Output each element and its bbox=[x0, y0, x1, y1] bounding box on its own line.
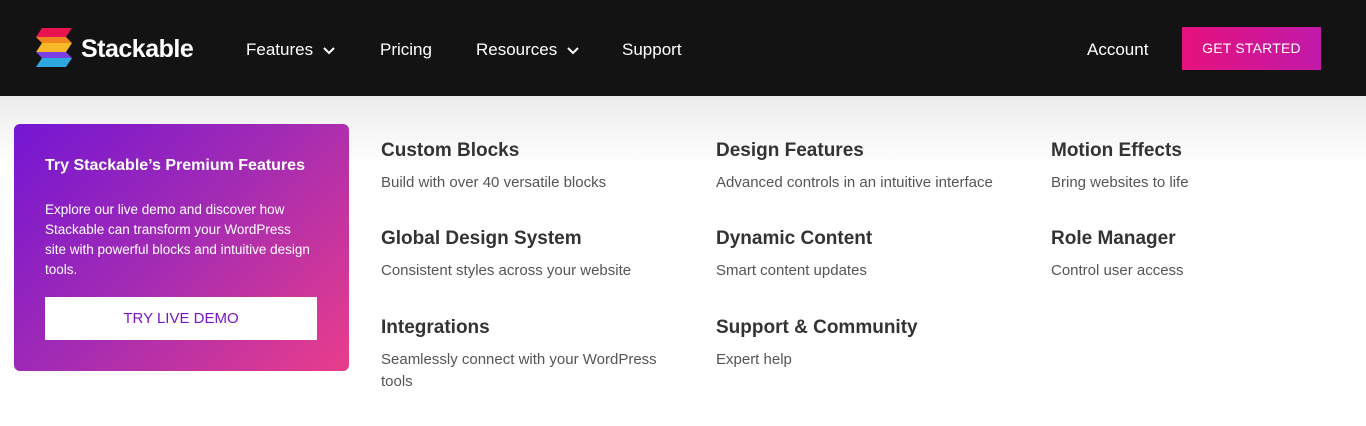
nav-support[interactable]: Support bbox=[622, 37, 682, 63]
nav-resources-label: Resources bbox=[476, 40, 558, 59]
feature-dynamic-content[interactable]: Dynamic Content bbox=[716, 226, 872, 252]
nav-pricing[interactable]: Pricing bbox=[380, 37, 432, 63]
nav-resources[interactable]: Resources bbox=[476, 37, 579, 63]
feature-integrations[interactable]: Integrations bbox=[381, 315, 490, 341]
promo-description: Explore our live demo and discover how S… bbox=[45, 202, 310, 277]
feature-custom-blocks[interactable]: Custom Blocks bbox=[381, 138, 519, 164]
feature-motion-effects-desc: Bring websites to life bbox=[1051, 174, 1189, 191]
nav-features[interactable]: Features bbox=[246, 37, 335, 63]
chevron-down-icon bbox=[567, 46, 579, 54]
stackable-logo[interactable] bbox=[36, 28, 72, 68]
brand-name[interactable]: Stackable bbox=[81, 32, 194, 66]
feature-global-design-system[interactable]: Global Design System bbox=[381, 226, 582, 252]
feature-motion-effects[interactable]: Motion Effects bbox=[1051, 138, 1182, 164]
feature-role-manager-desc: Control user access bbox=[1051, 262, 1184, 279]
premium-promo-card: Try Stackable’s Premium Features Explore… bbox=[14, 124, 349, 371]
feature-integrations-desc: Seamlessly connect with your WordPress t… bbox=[381, 351, 657, 390]
get-started-button[interactable]: GET STARTED bbox=[1182, 27, 1321, 70]
feature-custom-blocks-desc: Build with over 40 versatile blocks bbox=[381, 174, 607, 191]
feature-design-features[interactable]: Design Features bbox=[716, 138, 864, 164]
promo-title: Try Stackable’s Premium Features bbox=[45, 157, 305, 174]
feature-dynamic-content-desc: Smart content updates bbox=[716, 262, 867, 279]
feature-design-features-desc: Advanced controls in an intuitive interf… bbox=[716, 174, 993, 191]
try-live-demo-button[interactable]: TRY LIVE DEMO bbox=[45, 297, 317, 340]
chevron-down-icon bbox=[323, 46, 335, 54]
feature-support-community[interactable]: Support & Community bbox=[716, 315, 918, 341]
top-navigation-bar: Stackable Features Pricing Resources Sup… bbox=[0, 0, 1366, 96]
feature-support-community-desc: Expert help bbox=[716, 351, 792, 368]
nav-features-label: Features bbox=[246, 40, 314, 59]
account-link[interactable]: Account bbox=[1087, 37, 1148, 63]
feature-global-design-system-desc: Consistent styles across your website bbox=[381, 262, 632, 279]
feature-role-manager[interactable]: Role Manager bbox=[1051, 226, 1176, 252]
